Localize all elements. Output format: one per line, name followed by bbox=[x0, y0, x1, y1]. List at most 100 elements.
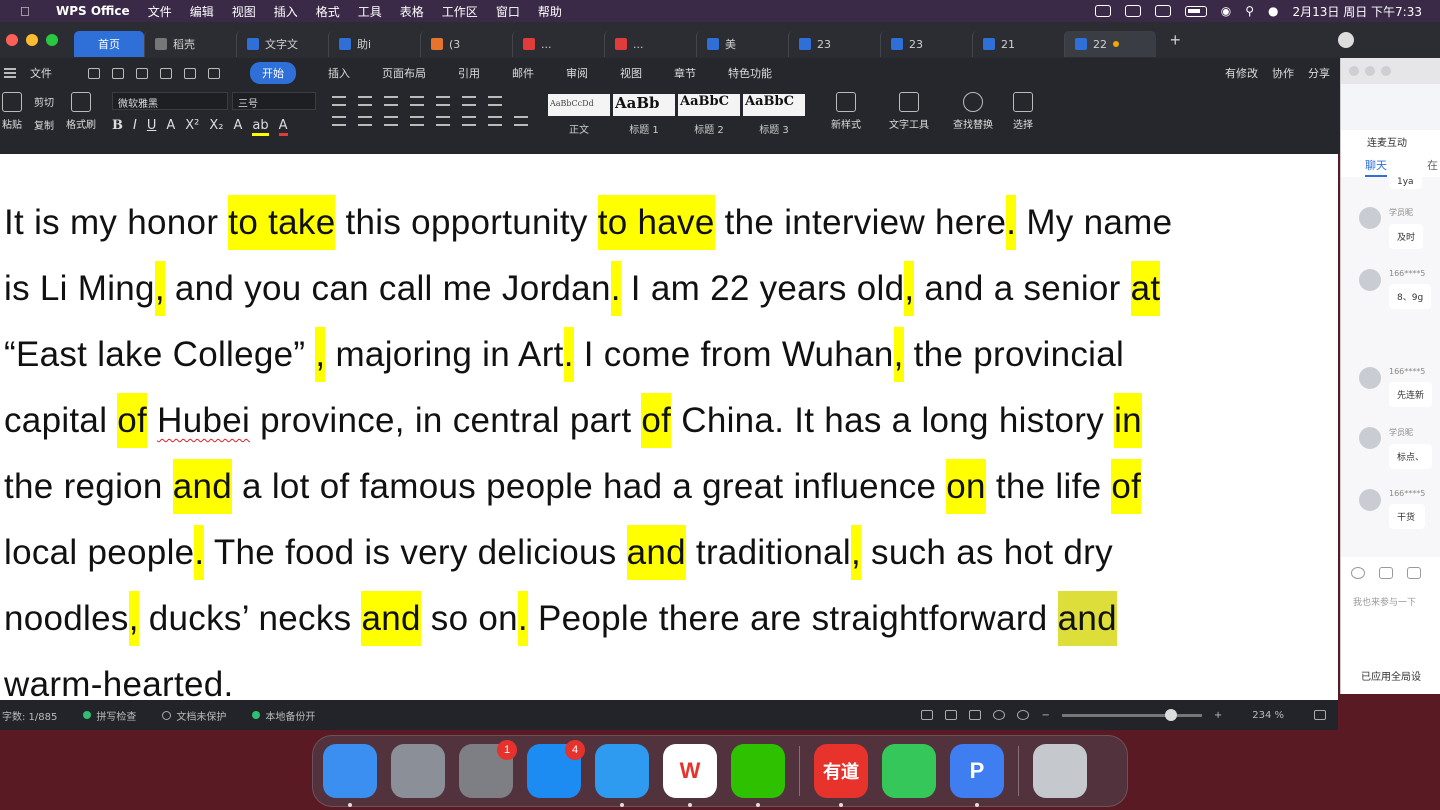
word-count[interactable]: 字数: 1/885 bbox=[2, 708, 57, 723]
select-button[interactable]: 选择 bbox=[1013, 92, 1033, 131]
text-color-icon[interactable]: A bbox=[278, 118, 288, 136]
tab-section[interactable]: 章节 bbox=[674, 65, 696, 81]
menu-format[interactable]: 格式 bbox=[316, 3, 340, 20]
app-menu[interactable]: WPS Office bbox=[56, 4, 130, 18]
redo-icon[interactable] bbox=[208, 67, 220, 79]
find-replace-button[interactable]: 查找替换 bbox=[953, 92, 993, 131]
font-size-icon[interactable] bbox=[1407, 567, 1421, 579]
tab-view[interactable]: 视图 bbox=[620, 65, 642, 81]
eye-protection-icon[interactable] bbox=[1017, 710, 1030, 720]
new-style-button[interactable]: 新样式 bbox=[831, 92, 861, 131]
new-tab-button[interactable]: + bbox=[1170, 30, 1181, 51]
collaborate-button[interactable]: 协作 bbox=[1272, 65, 1294, 81]
changes-button[interactable]: 有修改 bbox=[1225, 65, 1258, 81]
chat-minimize-button[interactable] bbox=[1365, 66, 1375, 76]
doc-protect-button[interactable]: 文档未保护 bbox=[162, 708, 226, 723]
style-heading-2[interactable]: AaBbC 标题 2 bbox=[678, 94, 740, 136]
tab-chat[interactable]: 聊天 bbox=[1365, 157, 1387, 177]
tab-doc[interactable]: 21 bbox=[972, 31, 1064, 57]
wechat-icon[interactable] bbox=[731, 744, 785, 807]
pdf-icon[interactable]: P bbox=[950, 744, 1004, 807]
style-heading-1[interactable]: AaBb 标题 1 bbox=[613, 94, 675, 136]
menu-table[interactable]: 表格 bbox=[400, 3, 424, 20]
borders-icon[interactable] bbox=[514, 116, 528, 126]
tab-doc[interactable]: 23 bbox=[788, 31, 880, 57]
outline-view-icon[interactable] bbox=[969, 710, 982, 720]
image-icon[interactable] bbox=[1379, 567, 1393, 579]
web-view-icon[interactable] bbox=[993, 710, 1006, 720]
export-icon[interactable] bbox=[112, 67, 124, 79]
youdao-icon[interactable]: 有道 bbox=[814, 744, 868, 807]
account-avatar[interactable] bbox=[1338, 32, 1354, 48]
tab-home[interactable]: 首页 bbox=[74, 31, 144, 57]
tab-references[interactable]: 引用 bbox=[458, 65, 480, 81]
format-painter-button[interactable]: 格式刷 bbox=[66, 92, 96, 131]
page-view-icon[interactable] bbox=[945, 710, 958, 720]
wps-icon[interactable]: W bbox=[663, 744, 717, 807]
bullet-list-icon[interactable] bbox=[332, 96, 346, 106]
tab-start[interactable]: 开始 bbox=[250, 62, 296, 84]
text-effect-icon[interactable]: A bbox=[234, 118, 243, 136]
fullscreen-icon[interactable] bbox=[921, 710, 934, 720]
zoom-slider-knob[interactable] bbox=[1165, 708, 1178, 721]
menu-tools[interactable]: 工具 bbox=[358, 3, 382, 20]
tab-special-features[interactable]: 特色功能 bbox=[728, 65, 772, 81]
tab-page-layout[interactable]: 页面布局 bbox=[382, 65, 426, 81]
text-tools-button[interactable]: 文字工具 bbox=[889, 92, 929, 131]
input-source-icon[interactable] bbox=[1154, 5, 1171, 17]
spotlight-icon[interactable]: ⚲ bbox=[1245, 4, 1254, 18]
finder-icon[interactable] bbox=[323, 744, 377, 807]
print-icon[interactable] bbox=[136, 67, 148, 79]
tab-doc[interactable]: ... bbox=[604, 31, 696, 57]
menu-workspace[interactable]: 工作区 bbox=[442, 3, 478, 20]
zoom-slider[interactable] bbox=[1061, 708, 1202, 721]
save-icon[interactable] bbox=[88, 67, 100, 79]
line-spacing-icon[interactable] bbox=[462, 116, 476, 126]
font-name-select[interactable]: 微软雅黑 bbox=[112, 92, 228, 110]
safari-icon[interactable] bbox=[595, 744, 649, 807]
font-size-select[interactable]: 三号 bbox=[232, 92, 316, 110]
menu-insert[interactable]: 插入 bbox=[274, 3, 298, 20]
control-icon[interactable] bbox=[1094, 5, 1111, 17]
align-left-icon[interactable] bbox=[332, 116, 346, 126]
chat-input[interactable]: 我也来参与一下 bbox=[1341, 579, 1440, 608]
tab-doc[interactable]: 美 bbox=[696, 31, 788, 57]
zoom-out-button[interactable]: − bbox=[1041, 710, 1049, 721]
decrease-indent-icon[interactable] bbox=[384, 96, 398, 106]
menu-help[interactable]: 帮助 bbox=[538, 3, 562, 20]
menubar-clock[interactable]: 2月13日 周日 下午7:33 bbox=[1293, 3, 1422, 20]
align-right-icon[interactable] bbox=[384, 116, 398, 126]
share-button[interactable]: 分享 bbox=[1308, 65, 1330, 81]
style-normal[interactable]: AaBbCcDd 正文 bbox=[548, 94, 610, 136]
print-preview-icon[interactable] bbox=[160, 67, 172, 79]
chat-zoom-button[interactable] bbox=[1381, 66, 1391, 76]
distribute-icon[interactable] bbox=[436, 116, 450, 126]
tab-doc[interactable]: (3 bbox=[420, 31, 512, 57]
font-color-icon[interactable]: A bbox=[166, 118, 175, 136]
shading-icon[interactable] bbox=[488, 116, 502, 126]
chat-message-list[interactable]: 1ya 学员昵 及时 166****5 8、9g 166****5 先连新 学员昵 标点… bbox=[1341, 175, 1440, 557]
italic-icon[interactable]: I bbox=[133, 118, 137, 136]
tab-doc[interactable]: 文字文 bbox=[236, 31, 328, 57]
increase-indent-icon[interactable] bbox=[410, 96, 424, 106]
superscript-icon[interactable]: X² bbox=[185, 118, 199, 136]
cut-button[interactable]: 剪切 bbox=[34, 94, 54, 109]
battery-icon[interactable] bbox=[1184, 5, 1207, 17]
copy-button[interactable]: 复制 bbox=[34, 117, 54, 132]
minimize-window-button[interactable] bbox=[26, 34, 38, 46]
close-window-button[interactable] bbox=[6, 34, 18, 46]
emoji-icon[interactable] bbox=[1351, 567, 1365, 579]
undo-icon[interactable] bbox=[184, 67, 196, 79]
wifi-icon[interactable]: ◉ bbox=[1221, 4, 1231, 18]
trash-icon[interactable] bbox=[1033, 744, 1087, 798]
menu-edit[interactable]: 编辑 bbox=[190, 3, 214, 20]
show-marks-icon[interactable] bbox=[462, 96, 476, 106]
tab-mailings[interactable]: 邮件 bbox=[512, 65, 534, 81]
menu-file[interactable]: 文件 bbox=[148, 3, 172, 20]
screen-record-icon[interactable] bbox=[1124, 5, 1141, 17]
fit-page-icon[interactable] bbox=[1314, 710, 1326, 720]
tab-doc-active[interactable]: 22 bbox=[1064, 31, 1156, 57]
highlight-color-icon[interactable]: ab bbox=[252, 118, 269, 136]
tab-docer[interactable]: 稻壳 bbox=[144, 31, 236, 57]
siri-icon[interactable]: ● bbox=[1268, 4, 1278, 18]
